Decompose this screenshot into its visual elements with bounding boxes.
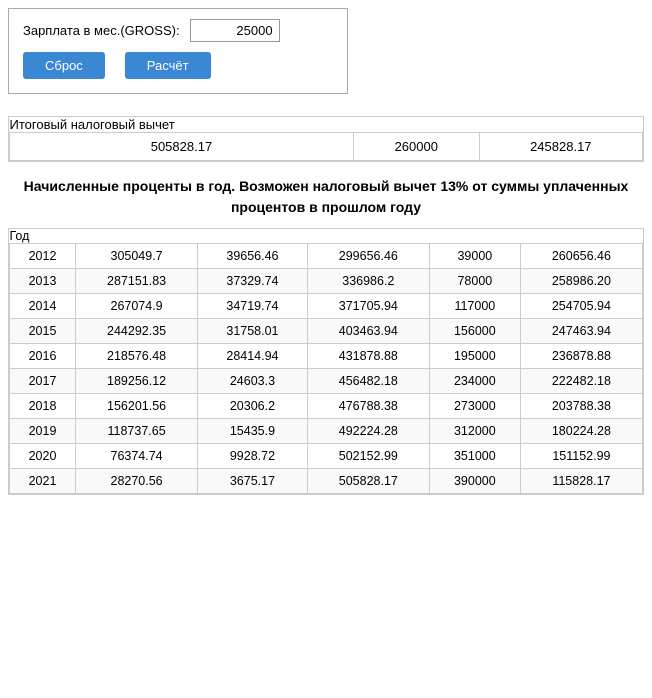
table-cell: 336986.2 [307, 269, 429, 294]
table-cell: 273000 [429, 394, 520, 419]
table-cell: 39656.46 [198, 244, 308, 269]
table-cell: 492224.28 [307, 419, 429, 444]
table-cell: 28270.56 [76, 469, 198, 494]
table-row: 2017189256.1224603.3456482.1823400022248… [10, 369, 643, 394]
main-table-wrap: Год 2012305049.739656.46299656.463900026… [8, 228, 644, 495]
table-cell: 505828.17 [307, 469, 429, 494]
salary-label: Зарплата в мес.(GROSS): [23, 23, 180, 38]
table-cell: 31758.01 [198, 319, 308, 344]
table-cell: 34719.74 [198, 294, 308, 319]
table-cell: 476788.38 [307, 394, 429, 419]
table-cell: 2012 [10, 244, 76, 269]
table-cell: 151152.99 [520, 444, 642, 469]
reset-button[interactable]: Сброс [23, 52, 105, 79]
table-cell: 254705.94 [520, 294, 642, 319]
table-cell: 189256.12 [76, 369, 198, 394]
table-cell: 234000 [429, 369, 520, 394]
table-cell: 78000 [429, 269, 520, 294]
top-section: Зарплата в мес.(GROSS): Сброс Расчёт [8, 8, 348, 94]
table-cell: 312000 [429, 419, 520, 444]
table-cell: 258986.20 [520, 269, 642, 294]
calc-button[interactable]: Расчёт [125, 52, 211, 79]
table-cell: 236878.88 [520, 344, 642, 369]
table-cell: 431878.88 [307, 344, 429, 369]
main-table: Год 2012305049.739656.46299656.463900026… [9, 229, 643, 494]
table-cell: 115828.17 [520, 469, 642, 494]
table-cell: 39000 [429, 244, 520, 269]
table-cell: 76374.74 [76, 444, 198, 469]
table-cell: 502152.99 [307, 444, 429, 469]
table-cell: 156201.56 [76, 394, 198, 419]
table-row: 202128270.563675.17505828.17390000115828… [10, 469, 643, 494]
salary-row: Зарплата в мес.(GROSS): [23, 19, 333, 42]
table-row: 2018156201.5620306.2476788.3827300020378… [10, 394, 643, 419]
table-cell: 37329.74 [198, 269, 308, 294]
table-cell: 403463.94 [307, 319, 429, 344]
table-cell: 260656.46 [520, 244, 642, 269]
table-cell: 351000 [429, 444, 520, 469]
table-row: 202076374.749928.72502152.99351000151152… [10, 444, 643, 469]
table-row: 2013287151.8337329.74336986.278000258986… [10, 269, 643, 294]
table-cell: 218576.48 [76, 344, 198, 369]
table-cell: 2013 [10, 269, 76, 294]
table-row: 2015244292.3531758.01403463.941560002474… [10, 319, 643, 344]
table-cell: 2020 [10, 444, 76, 469]
summary-value-0: 505828.17 [10, 133, 354, 161]
table-cell: 2015 [10, 319, 76, 344]
table-cell: 390000 [429, 469, 520, 494]
table-cell: 24603.3 [198, 369, 308, 394]
table-row: 2012305049.739656.46299656.4639000260656… [10, 244, 643, 269]
table-cell: 2016 [10, 344, 76, 369]
table-cell: 456482.18 [307, 369, 429, 394]
summary-header-row: Итоговый налоговый вычет [10, 117, 643, 133]
table-row: 2019118737.6515435.9492224.2831200018022… [10, 419, 643, 444]
table-cell: 2014 [10, 294, 76, 319]
table-cell: 247463.94 [520, 319, 642, 344]
notice-text: Начисленные проценты в год. Возможен нал… [8, 176, 644, 218]
summary-table: Итоговый налоговый вычет 505828.17 26000… [9, 117, 643, 161]
table-cell: 371705.94 [307, 294, 429, 319]
table-cell: 15435.9 [198, 419, 308, 444]
summary-table-wrap: Итоговый налоговый вычет 505828.17 26000… [8, 116, 644, 162]
table-cell: 9928.72 [198, 444, 308, 469]
table-cell: 156000 [429, 319, 520, 344]
table-cell: 267074.9 [76, 294, 198, 319]
table-cell: 287151.83 [76, 269, 198, 294]
table-cell: 244292.35 [76, 319, 198, 344]
main-header-row: Год [10, 229, 643, 244]
table-cell: 28414.94 [198, 344, 308, 369]
table-cell: 3675.17 [198, 469, 308, 494]
summary-value-2: 245828.17 [479, 133, 642, 161]
table-cell: 2018 [10, 394, 76, 419]
table-cell: 2021 [10, 469, 76, 494]
table-cell: 180224.28 [520, 419, 642, 444]
table-cell: 299656.46 [307, 244, 429, 269]
salary-input[interactable] [190, 19, 280, 42]
button-row: Сброс Расчёт [23, 52, 333, 79]
table-row: 2014267074.934719.74371705.9411700025470… [10, 294, 643, 319]
summary-value-1: 260000 [353, 133, 479, 161]
table-row: 2016218576.4828414.94431878.881950002368… [10, 344, 643, 369]
table-cell: 195000 [429, 344, 520, 369]
table-cell: 2019 [10, 419, 76, 444]
table-cell: 222482.18 [520, 369, 642, 394]
table-cell: 203788.38 [520, 394, 642, 419]
table-cell: 305049.7 [76, 244, 198, 269]
summary-data-row: 505828.17 260000 245828.17 [10, 133, 643, 161]
table-cell: 20306.2 [198, 394, 308, 419]
table-cell: 117000 [429, 294, 520, 319]
table-cell: 118737.65 [76, 419, 198, 444]
table-cell: 2017 [10, 369, 76, 394]
